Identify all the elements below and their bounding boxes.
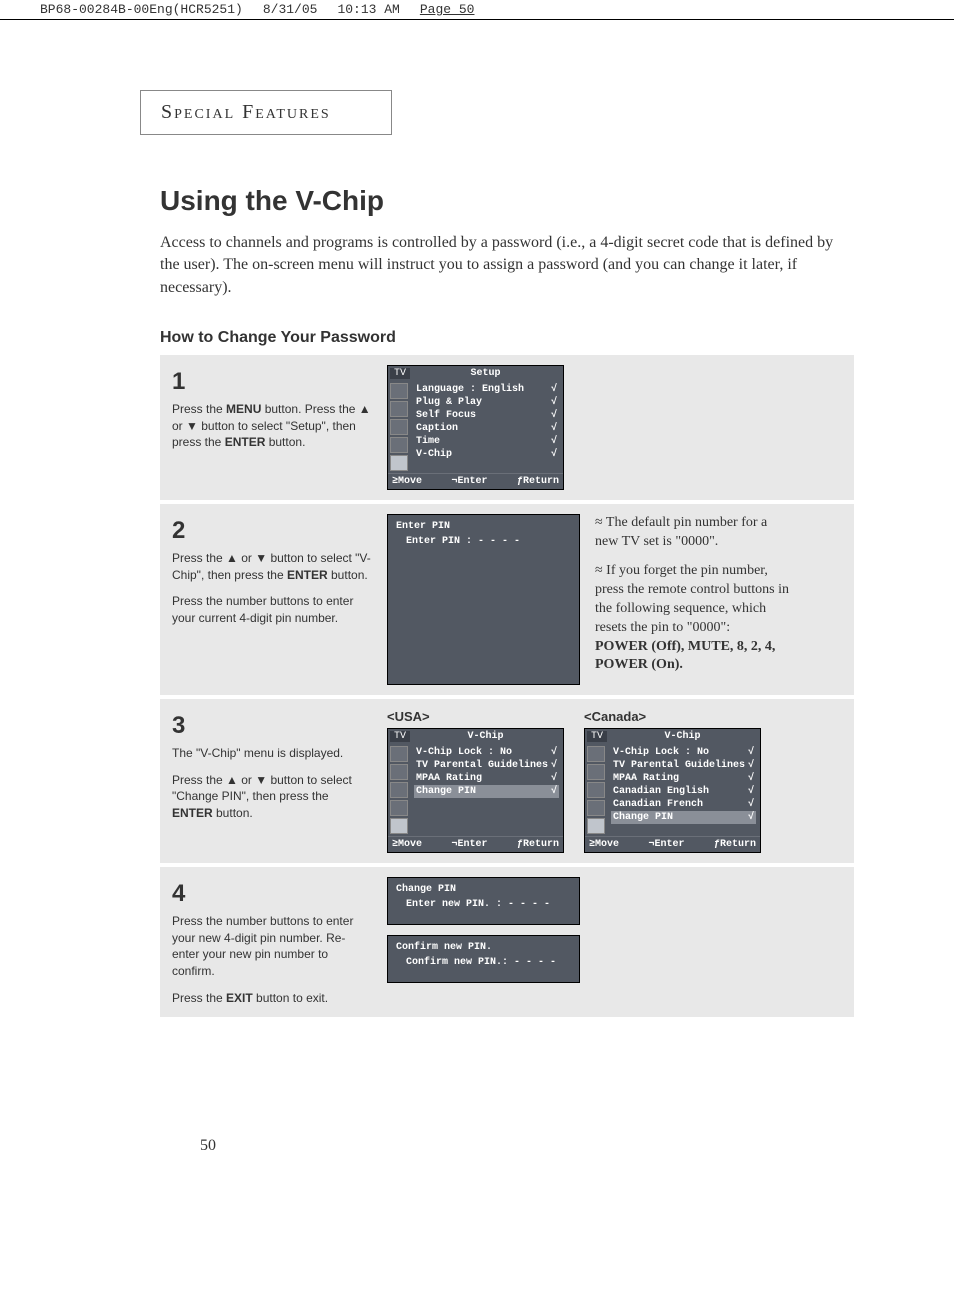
step-4-text: 4 Press the number buttons to enter your… bbox=[172, 877, 372, 1007]
doc-id: BP68-00284B-00Eng(HCR5251) bbox=[40, 2, 243, 17]
osd-icon-column bbox=[388, 381, 410, 473]
section-label: Special Features bbox=[140, 90, 392, 135]
osd-confirm-pin-screen: Confirm new PIN. Confirm new PIN.: - - -… bbox=[387, 935, 580, 983]
step-3-block: 3 The "V-Chip" menu is displayed. Press … bbox=[160, 699, 854, 863]
region-usa-label: <USA> bbox=[387, 709, 564, 724]
step-2-number: 2 bbox=[172, 514, 372, 548]
osd-setup-screen: TVSetup Language : English√ Plug & Play√… bbox=[387, 365, 564, 490]
intro-paragraph: Access to channels and programs is contr… bbox=[160, 232, 854, 299]
side-notes: ≈ The default pin number for a new TV se… bbox=[595, 514, 790, 685]
osd-enter-pin-screen: Enter PIN Enter PIN : - - - - bbox=[387, 514, 580, 685]
region-canada-label: <Canada> bbox=[584, 709, 761, 724]
step-2-text: 2 Press the ▲ or ▼ button to select "V-C… bbox=[172, 514, 372, 685]
step-1-number: 1 bbox=[172, 365, 372, 399]
doc-time: 10:13 AM bbox=[337, 2, 399, 17]
note-forgot-pin: ≈ If you forget the pin number, press th… bbox=[595, 562, 790, 675]
osd-vchip-usa-screen: TVV-Chip V-Chip Lock : No√ TV Parental G… bbox=[387, 728, 564, 853]
note-default-pin: ≈ The default pin number for a new TV se… bbox=[595, 514, 790, 552]
osd-vchip-canada-screen: TVV-Chip V-Chip Lock : No√ TV Parental G… bbox=[584, 728, 761, 853]
step-4-number: 4 bbox=[172, 877, 372, 911]
page-title: Using the V-Chip bbox=[160, 185, 854, 217]
step-4-block: 4 Press the number buttons to enter your… bbox=[160, 867, 854, 1017]
doc-date: 8/31/05 bbox=[263, 2, 318, 17]
osd-change-pin-screen: Change PIN Enter new PIN. : - - - - bbox=[387, 877, 580, 925]
page-number: 50 bbox=[200, 1137, 854, 1155]
step-2-block: 2 Press the ▲ or ▼ button to select "V-C… bbox=[160, 504, 854, 695]
step-1-block: 1 Press the MENU button. Press the ▲ or … bbox=[160, 355, 854, 500]
step-3-number: 3 bbox=[172, 709, 372, 743]
step-3-text: 3 The "V-Chip" menu is displayed. Press … bbox=[172, 709, 372, 853]
subheading: How to Change Your Password bbox=[160, 329, 854, 347]
step-1-text: 1 Press the MENU button. Press the ▲ or … bbox=[172, 365, 372, 490]
doc-page-label: Page 50 bbox=[420, 2, 475, 17]
print-header: BP68-00284B-00Eng(HCR5251) 8/31/05 10:13… bbox=[0, 0, 954, 20]
